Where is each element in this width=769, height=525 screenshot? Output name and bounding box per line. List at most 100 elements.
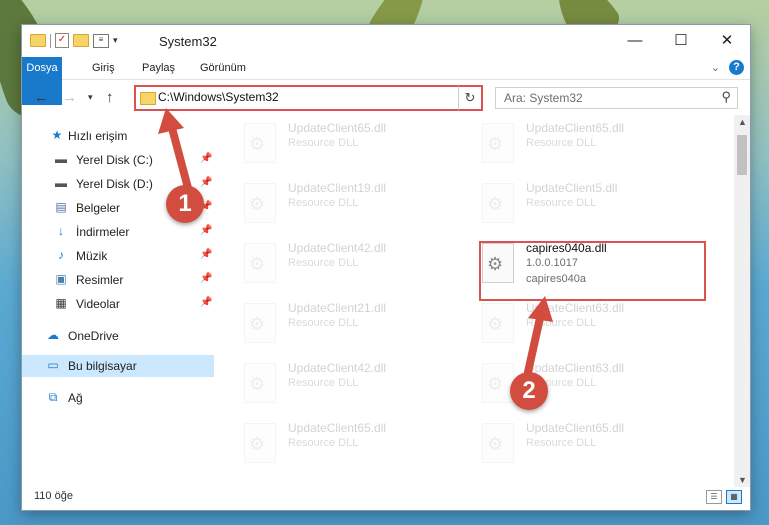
dll-file-icon: ⚙ xyxy=(244,123,276,163)
search-icon[interactable]: ⚲ xyxy=(721,89,731,105)
file-type: Resource DLL xyxy=(288,377,359,389)
forward-arrow-icon[interactable]: → xyxy=(62,89,77,106)
list-item[interactable]: ⚙ UpdateClient65.dll Resource DLL xyxy=(482,119,702,167)
large-icons-view-icon[interactable]: ▦ xyxy=(726,490,742,504)
dll-file-icon: ⚙ xyxy=(482,183,514,223)
file-name: UpdateClient19.dll xyxy=(288,181,387,195)
file-name: UpdateClient42.dll xyxy=(288,241,387,255)
dll-file-icon: ⚙ xyxy=(482,303,514,343)
item-count: 110 öğe xyxy=(34,490,73,502)
folder-icon xyxy=(140,92,156,105)
documents-icon: ▤ xyxy=(55,200,67,214)
sidebar-item-label: OneDrive xyxy=(68,329,119,343)
sidebar-item-label: Yerel Disk (C:) xyxy=(76,153,153,167)
gear-icon: ⚙ xyxy=(487,374,504,394)
details-view-icon[interactable]: ☰ xyxy=(706,490,722,504)
dll-file-icon: ⚙ xyxy=(244,183,276,223)
vertical-scrollbar[interactable]: ▲ ▼ xyxy=(734,115,750,487)
sidebar-item-this-pc[interactable]: ▭ Bu bilgisayar xyxy=(22,355,214,377)
file-type: Resource DLL xyxy=(526,197,597,209)
navigation-bar: ← → ▾ ↑ C:\Windows\System32 ⌄ ↻ Ara: Sys… xyxy=(22,80,750,116)
list-item[interactable]: ⚙ UpdateClient63.dll Resource DLL xyxy=(482,299,702,347)
file-name: UpdateClient65.dll xyxy=(526,421,625,435)
pin-icon[interactable]: 📌 xyxy=(200,153,212,164)
file-type: Resource DLL xyxy=(288,317,359,329)
gear-icon: ⚙ xyxy=(249,194,266,214)
new-folder-icon[interactable] xyxy=(73,34,89,47)
gear-icon: ⚙ xyxy=(249,434,266,454)
pin-icon[interactable]: 📌 xyxy=(200,177,212,188)
tab-home[interactable]: Giriş xyxy=(84,57,123,79)
refresh-button[interactable]: ↻ xyxy=(458,85,483,111)
properties-check-icon[interactable]: ✓ xyxy=(55,33,69,48)
sidebar-item-pictures[interactable]: ▣ Resimler 📌 xyxy=(22,269,214,291)
tab-share[interactable]: Paylaş xyxy=(134,57,183,79)
customize-toolbar-icon[interactable]: ≡ xyxy=(93,33,109,48)
search-placeholder: Ara: System32 xyxy=(504,91,583,105)
back-arrow-icon[interactable]: ← xyxy=(34,89,49,106)
window-title: System32 xyxy=(159,34,217,49)
onedrive-icon: ☁ xyxy=(47,328,59,342)
gear-icon: ⚙ xyxy=(487,314,504,334)
dll-file-icon: ⚙ xyxy=(244,243,276,283)
scroll-down-icon[interactable]: ▼ xyxy=(738,475,747,485)
dll-file-icon: ⚙ xyxy=(482,363,514,403)
sidebar-item-network[interactable]: ⧉ Ağ xyxy=(22,387,214,409)
list-item[interactable]: ⚙ UpdateClient19.dll Resource DLL xyxy=(244,179,464,227)
pin-icon[interactable]: 📌 xyxy=(200,297,212,308)
sidebar-item-label: Bu bilgisayar xyxy=(68,359,137,373)
sidebar-item-videos[interactable]: ▦ Videolar 📌 xyxy=(22,293,214,315)
step-badge-2: 2 xyxy=(510,372,548,410)
list-item[interactable]: ⚙ UpdateClient42.dll Resource DLL xyxy=(244,359,464,407)
pin-icon[interactable]: 📌 xyxy=(200,273,212,284)
downloads-icon: ↓ xyxy=(58,224,64,238)
status-bar: 110 öğe ☰ ▦ xyxy=(22,487,750,510)
address-bar[interactable]: C:\Windows\System32 ⌄ xyxy=(134,85,474,111)
sidebar-item-label: Belgeler xyxy=(76,201,121,215)
file-type: Resource DLL xyxy=(288,437,359,449)
title-bar: ✓ ≡ ▾ System32 — ☐ ✕ xyxy=(22,25,750,57)
ribbon-tabs: Dosya Giriş Paylaş Görünüm ⌄ ? xyxy=(22,57,750,105)
sidebar-item-local-disk-c[interactable]: ▬ Yerel Disk (C:) 📌 xyxy=(22,149,214,171)
file-type: Resource DLL xyxy=(288,197,359,209)
list-item[interactable]: ⚙ UpdateClient21.dll Resource DLL xyxy=(244,299,464,347)
chevron-down-icon[interactable]: ▾ xyxy=(113,35,118,46)
file-name: UpdateClient5.dll xyxy=(526,181,618,195)
help-icon[interactable]: ? xyxy=(729,60,744,75)
sidebar-item-label: Videolar xyxy=(76,297,120,311)
music-icon: ♪ xyxy=(58,248,64,262)
sidebar-item-onedrive[interactable]: ☁ OneDrive xyxy=(22,325,214,347)
pin-icon[interactable]: 📌 xyxy=(200,225,212,236)
network-icon: ⧉ xyxy=(48,390,58,404)
expand-ribbon-icon[interactable]: ⌄ xyxy=(711,61,720,74)
sidebar-item-quick-access[interactable]: ★ Hızlı erişim xyxy=(22,125,214,147)
list-item[interactable]: ⚙ UpdateClient65.dll Resource DLL xyxy=(482,419,702,467)
scrollbar-thumb[interactable] xyxy=(737,135,747,175)
sidebar-item-label: Resimler xyxy=(76,273,124,287)
scroll-up-icon[interactable]: ▲ xyxy=(738,117,747,127)
address-path[interactable]: C:\Windows\System32 xyxy=(158,90,279,104)
gear-icon: ⚙ xyxy=(249,314,266,334)
file-type: Resource DLL xyxy=(288,257,359,269)
minimize-button[interactable]: — xyxy=(612,25,658,55)
file-name: UpdateClient63.dll xyxy=(526,361,625,375)
list-item[interactable]: ⚙ UpdateClient5.dll Resource DLL xyxy=(482,179,702,227)
sidebar-item-label: Hızlı erişim xyxy=(68,129,128,143)
list-item[interactable]: ⚙ UpdateClient42.dll Resource DLL xyxy=(244,239,464,287)
file-name: UpdateClient65.dll xyxy=(288,121,387,135)
gear-icon: ⚙ xyxy=(487,434,504,454)
tab-view[interactable]: Görünüm xyxy=(192,57,254,79)
quick-access-toolbar: ✓ ≡ ▾ xyxy=(30,33,118,48)
up-arrow-icon[interactable]: ↑ xyxy=(106,89,114,106)
drive-icon: ▬ xyxy=(55,152,67,166)
close-button[interactable]: ✕ xyxy=(704,25,750,55)
list-item[interactable]: ⚙ UpdateClient65.dll Resource DLL xyxy=(244,119,464,167)
search-input[interactable]: Ara: System32 ⚲ xyxy=(495,87,738,109)
recent-locations-icon[interactable]: ▾ xyxy=(88,92,93,103)
list-item[interactable]: ⚙ UpdateClient65.dll Resource DLL xyxy=(244,419,464,467)
pin-icon[interactable]: 📌 xyxy=(200,249,212,260)
sidebar-item-music[interactable]: ♪ Müzik 📌 xyxy=(22,245,214,267)
pictures-icon: ▣ xyxy=(55,272,67,286)
maximize-button[interactable]: ☐ xyxy=(658,25,704,55)
sidebar-item-downloads[interactable]: ↓ İndirmeler 📌 xyxy=(22,221,214,243)
